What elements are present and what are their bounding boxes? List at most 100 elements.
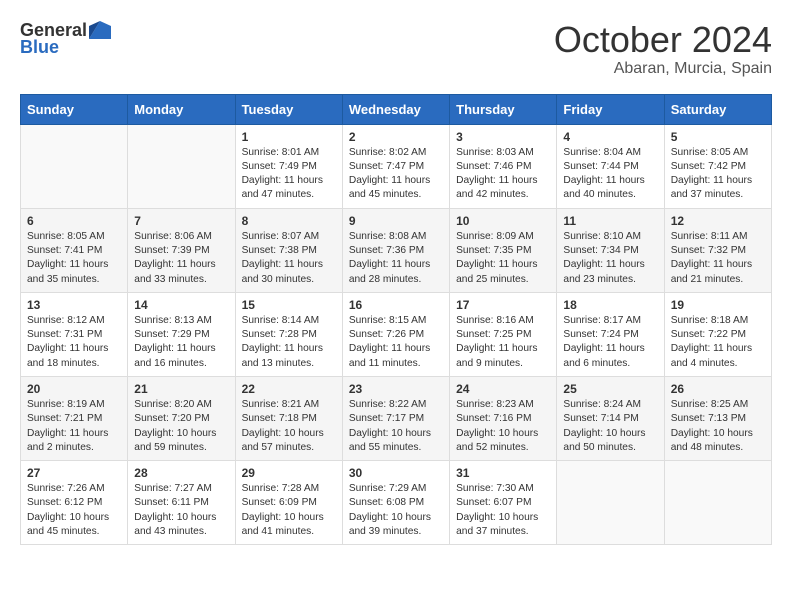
cell-info: Sunrise: 8:02 AM Sunset: 7:47 PM Dayligh… — [349, 146, 443, 203]
day-number: 22 — [242, 382, 336, 396]
weekday-header-tuesday: Tuesday — [235, 94, 342, 124]
calendar-table: SundayMondayTuesdayWednesdayThursdayFrid… — [20, 94, 772, 546]
cell-info: Sunrise: 7:26 AM Sunset: 6:12 PM Dayligh… — [27, 482, 121, 539]
calendar-cell: 9Sunrise: 8:08 AM Sunset: 7:36 PM Daylig… — [342, 208, 449, 292]
logo: General Blue — [20, 20, 111, 58]
cell-info: Sunrise: 8:05 AM Sunset: 7:42 PM Dayligh… — [671, 146, 765, 203]
cell-info: Sunrise: 8:19 AM Sunset: 7:21 PM Dayligh… — [27, 398, 121, 455]
calendar-cell: 7Sunrise: 8:06 AM Sunset: 7:39 PM Daylig… — [128, 208, 235, 292]
weekday-header-wednesday: Wednesday — [342, 94, 449, 124]
calendar-cell: 20 Sunrise: 8:19 AM Sunset: 7:21 PM Dayli… — [21, 376, 128, 460]
calendar-cell: 4 Sunrise: 8:04 AM Sunset: 7:44 PM Daylig… — [557, 124, 664, 208]
calendar-cell: 22Sunrise: 8:21 AM Sunset: 7:18 PM Dayli… — [235, 376, 342, 460]
calendar-cell: 5 Sunrise: 8:05 AM Sunset: 7:42 PM Daylig… — [664, 124, 771, 208]
calendar-cell: 16 Sunrise: 8:15 AM Sunset: 7:26 PM Dayli… — [342, 292, 449, 376]
cell-info: Sunrise: 8:20 AM Sunset: 7:20 PM Dayligh… — [134, 398, 228, 455]
calendar-cell — [664, 461, 771, 545]
title-block: October 2024 Abaran, Murcia, Spain — [554, 20, 772, 78]
day-number: 6 — [27, 214, 121, 228]
calendar-cell: 8 Sunrise: 8:07 AM Sunset: 7:38 PM Daylig… — [235, 208, 342, 292]
calendar-cell: 18 Sunrise: 8:17 AM Sunset: 7:24 PM Dayli… — [557, 292, 664, 376]
calendar-week-5: 27Sunrise: 7:26 AM Sunset: 6:12 PM Dayli… — [21, 461, 772, 545]
calendar-cell: 3 Sunrise: 8:03 AM Sunset: 7:46 PM Daylig… — [450, 124, 557, 208]
day-number: 14 — [134, 298, 228, 312]
cell-info: Sunrise: 7:30 AM Sunset: 6:07 PM Dayligh… — [456, 482, 550, 539]
day-number: 12 — [671, 214, 765, 228]
day-number: 4 — [563, 130, 657, 144]
calendar-cell: 29Sunrise: 7:28 AM Sunset: 6:09 PM Dayli… — [235, 461, 342, 545]
day-number: 3 — [456, 130, 550, 144]
cell-info: Sunrise: 8:12 AM Sunset: 7:31 PM Dayligh… — [27, 314, 121, 371]
calendar-cell: 11 Sunrise: 8:10 AM Sunset: 7:34 PM Dayli… — [557, 208, 664, 292]
cell-info: Sunrise: 8:03 AM Sunset: 7:46 PM Dayligh… — [456, 146, 550, 203]
day-number: 5 — [671, 130, 765, 144]
day-number: 30 — [349, 466, 443, 480]
day-number: 8 — [242, 214, 336, 228]
calendar-cell: 15 Sunrise: 8:14 AM Sunset: 7:28 PM Dayli… — [235, 292, 342, 376]
weekday-header-sunday: Sunday — [21, 94, 128, 124]
day-number: 18 — [563, 298, 657, 312]
cell-info: Sunrise: 8:13 AM Sunset: 7:29 PM Dayligh… — [134, 314, 228, 371]
day-number: 13 — [27, 298, 121, 312]
cell-info: Sunrise: 7:27 AM Sunset: 6:11 PM Dayligh… — [134, 482, 228, 539]
calendar-cell: 27Sunrise: 7:26 AM Sunset: 6:12 PM Dayli… — [21, 461, 128, 545]
calendar-cell: 30 Sunrise: 7:29 AM Sunset: 6:08 PM Dayli… — [342, 461, 449, 545]
calendar-week-1: 1Sunrise: 8:01 AM Sunset: 7:49 PM Daylig… — [21, 124, 772, 208]
calendar-week-3: 13 Sunrise: 8:12 AM Sunset: 7:31 PM Dayli… — [21, 292, 772, 376]
weekday-header-saturday: Saturday — [664, 94, 771, 124]
cell-info: Sunrise: 8:17 AM Sunset: 7:24 PM Dayligh… — [563, 314, 657, 371]
cell-info: Sunrise: 8:15 AM Sunset: 7:26 PM Dayligh… — [349, 314, 443, 371]
day-number: 31 — [456, 466, 550, 480]
calendar-cell: 14 Sunrise: 8:13 AM Sunset: 7:29 PM Dayli… — [128, 292, 235, 376]
weekday-header-thursday: Thursday — [450, 94, 557, 124]
day-number: 25 — [563, 382, 657, 396]
day-number: 2 — [349, 130, 443, 144]
cell-info: Sunrise: 8:18 AM Sunset: 7:22 PM Dayligh… — [671, 314, 765, 371]
calendar-cell — [128, 124, 235, 208]
cell-info: Sunrise: 8:14 AM Sunset: 7:28 PM Dayligh… — [242, 314, 336, 371]
cell-info: Sunrise: 8:22 AM Sunset: 7:17 PM Dayligh… — [349, 398, 443, 455]
calendar-cell: 24 Sunrise: 8:23 AM Sunset: 7:16 PM Dayli… — [450, 376, 557, 460]
day-number: 20 — [27, 382, 121, 396]
cell-info: Sunrise: 8:01 AM Sunset: 7:49 PM Dayligh… — [242, 146, 336, 203]
weekday-header-row: SundayMondayTuesdayWednesdayThursdayFrid… — [21, 94, 772, 124]
cell-info: Sunrise: 7:29 AM Sunset: 6:08 PM Dayligh… — [349, 482, 443, 539]
calendar-cell: 13 Sunrise: 8:12 AM Sunset: 7:31 PM Dayli… — [21, 292, 128, 376]
calendar-cell: 17 Sunrise: 8:16 AM Sunset: 7:25 PM Dayli… — [450, 292, 557, 376]
day-number: 16 — [349, 298, 443, 312]
calendar-cell: 28Sunrise: 7:27 AM Sunset: 6:11 PM Dayli… — [128, 461, 235, 545]
calendar-cell: 25Sunrise: 8:24 AM Sunset: 7:14 PM Dayli… — [557, 376, 664, 460]
day-number: 10 — [456, 214, 550, 228]
cell-info: Sunrise: 8:11 AM Sunset: 7:32 PM Dayligh… — [671, 230, 765, 287]
calendar-cell: 1Sunrise: 8:01 AM Sunset: 7:49 PM Daylig… — [235, 124, 342, 208]
calendar-cell: 21 Sunrise: 8:20 AM Sunset: 7:20 PM Dayli… — [128, 376, 235, 460]
cell-info: Sunrise: 8:08 AM Sunset: 7:36 PM Dayligh… — [349, 230, 443, 287]
cell-info: Sunrise: 8:16 AM Sunset: 7:25 PM Dayligh… — [456, 314, 550, 371]
calendar-week-2: 6 Sunrise: 8:05 AM Sunset: 7:41 PM Daylig… — [21, 208, 772, 292]
cell-info: Sunrise: 8:05 AM Sunset: 7:41 PM Dayligh… — [27, 230, 121, 287]
calendar-cell: 31 Sunrise: 7:30 AM Sunset: 6:07 PM Dayli… — [450, 461, 557, 545]
calendar-cell: 6 Sunrise: 8:05 AM Sunset: 7:41 PM Daylig… — [21, 208, 128, 292]
weekday-header-friday: Friday — [557, 94, 664, 124]
calendar-cell — [557, 461, 664, 545]
cell-info: Sunrise: 8:04 AM Sunset: 7:44 PM Dayligh… — [563, 146, 657, 203]
page-header: General Blue October 2024 Abaran, Murcia… — [20, 20, 772, 78]
day-number: 23 — [349, 382, 443, 396]
calendar-cell: 12 Sunrise: 8:11 AM Sunset: 7:32 PM Dayli… — [664, 208, 771, 292]
day-number: 15 — [242, 298, 336, 312]
weekday-header-monday: Monday — [128, 94, 235, 124]
cell-info: Sunrise: 8:07 AM Sunset: 7:38 PM Dayligh… — [242, 230, 336, 287]
logo-icon — [89, 21, 111, 39]
day-number: 21 — [134, 382, 228, 396]
location-subtitle: Abaran, Murcia, Spain — [554, 60, 772, 78]
cell-info: Sunrise: 8:23 AM Sunset: 7:16 PM Dayligh… — [456, 398, 550, 455]
calendar-cell: 10Sunrise: 8:09 AM Sunset: 7:35 PM Dayli… — [450, 208, 557, 292]
logo-blue: Blue — [20, 37, 59, 58]
day-number: 11 — [563, 214, 657, 228]
cell-info: Sunrise: 7:28 AM Sunset: 6:09 PM Dayligh… — [242, 482, 336, 539]
day-number: 17 — [456, 298, 550, 312]
day-number: 19 — [671, 298, 765, 312]
day-number: 24 — [456, 382, 550, 396]
cell-info: Sunrise: 8:10 AM Sunset: 7:34 PM Dayligh… — [563, 230, 657, 287]
calendar-cell — [21, 124, 128, 208]
